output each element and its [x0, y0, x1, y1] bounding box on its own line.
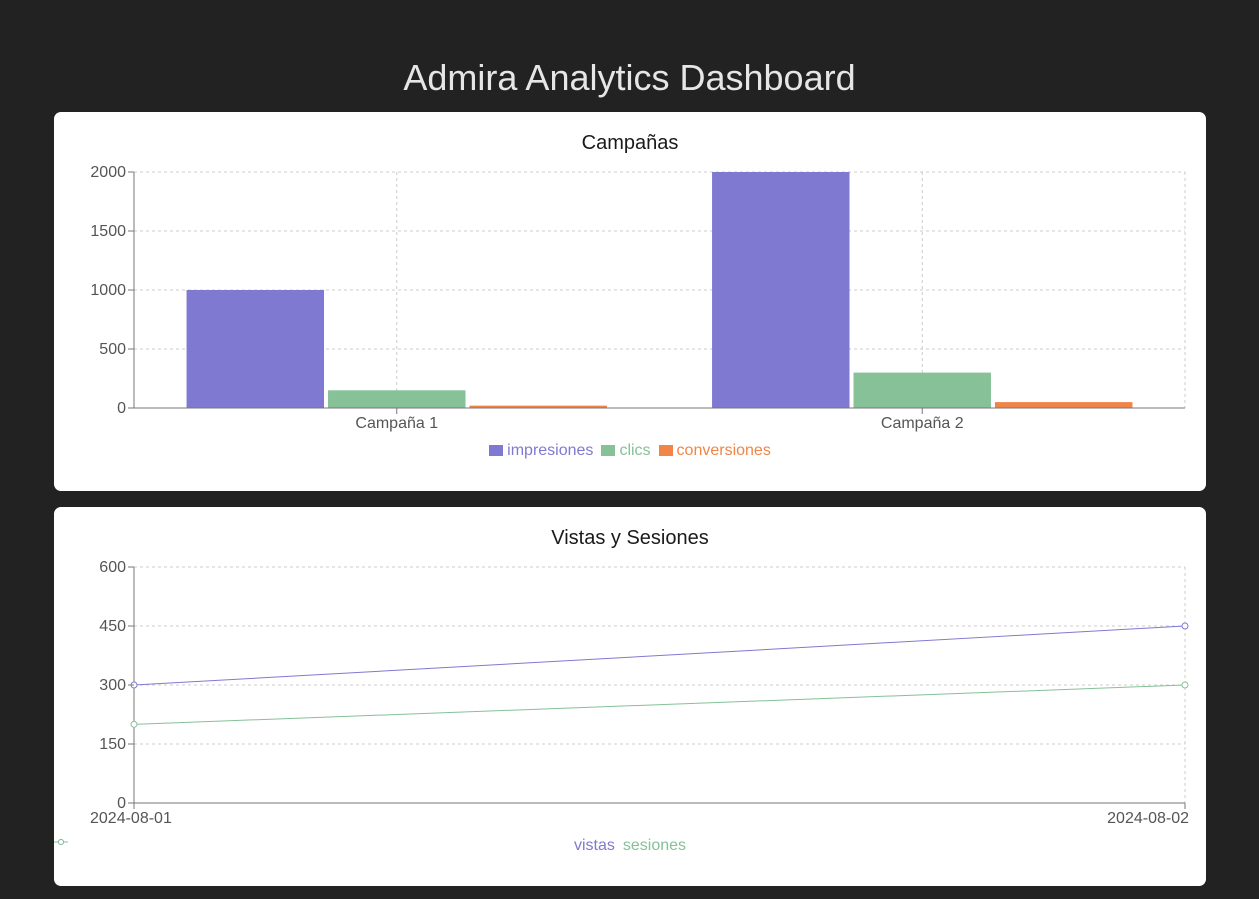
y-tick-label: 2000 — [90, 164, 126, 181]
legend-item-conversiones[interactable]: conversiones — [658, 441, 771, 461]
line-sesiones — [133, 684, 1186, 725]
line-vistas — [133, 625, 1186, 686]
chart-legend: vistas sesiones — [54, 836, 1206, 856]
views-sessions-line-chart: 01503004506002024-08-01 2024-08-02 — [90, 559, 1189, 827]
legend-item-sesiones[interactable]: sesiones — [54, 836, 687, 856]
y-tick-label: 0 — [117, 400, 126, 417]
y-tick-label: 300 — [99, 677, 126, 694]
x-tick-label: Campaña 2 — [881, 415, 964, 432]
bar-impresiones — [186, 290, 325, 408]
legend-item-clics[interactable]: clics — [601, 441, 651, 461]
bar-conversiones — [994, 402, 1133, 408]
legend-label: vistas — [573, 837, 615, 854]
legend-swatch — [489, 445, 504, 456]
x-tick-label: Campaña 1 — [355, 415, 438, 432]
point-vistas — [1181, 622, 1189, 630]
y-tick-label: 1500 — [90, 223, 126, 240]
y-tick-label: 1000 — [90, 282, 126, 299]
legend-label: sesiones — [622, 837, 687, 854]
campaigns-bar-chart: 0 500 1000 1500 2000 Campaña 1 Campaña 2 — [90, 164, 1186, 432]
legend-swatch — [658, 445, 673, 456]
campaigns-chart-card: Campañas 0 500 1000 1500 2000 Campaña 1 Campañ… — [54, 112, 1206, 491]
legend-label: clics — [619, 442, 651, 459]
point-sesiones — [1181, 681, 1189, 689]
chart-legend: impresiones clics conversiones — [54, 441, 1206, 461]
x-tick-label: 2024-08-02 — [1107, 810, 1189, 827]
bar-impresiones — [712, 172, 850, 408]
y-tick-label: 600 — [99, 559, 126, 576]
x-tick-label: 2024-08-01 — [90, 810, 172, 827]
page-title: Admira Analytics Dashboard — [403, 57, 856, 98]
legend-item-vistas[interactable]: vistas — [54, 836, 615, 856]
point-sesiones — [130, 720, 138, 728]
y-tick-label: 450 — [99, 618, 126, 635]
views-sessions-chart-card: Vistas y Sesiones 0 150 300 450 600 2024-08-0… — [54, 507, 1206, 886]
y-tick-label: 500 — [99, 341, 126, 358]
legend-swatch — [601, 445, 616, 456]
legend-line-icon — [54, 839, 68, 845]
bar-clics — [328, 390, 466, 408]
legend-label: impresiones — [507, 442, 594, 459]
y-tick-label: 150 — [99, 736, 126, 753]
legend-item-impresiones[interactable]: impresiones — [489, 441, 593, 461]
bar-clics — [853, 372, 991, 408]
legend-label: conversiones — [676, 442, 771, 459]
legend-line-marker — [58, 839, 64, 845]
